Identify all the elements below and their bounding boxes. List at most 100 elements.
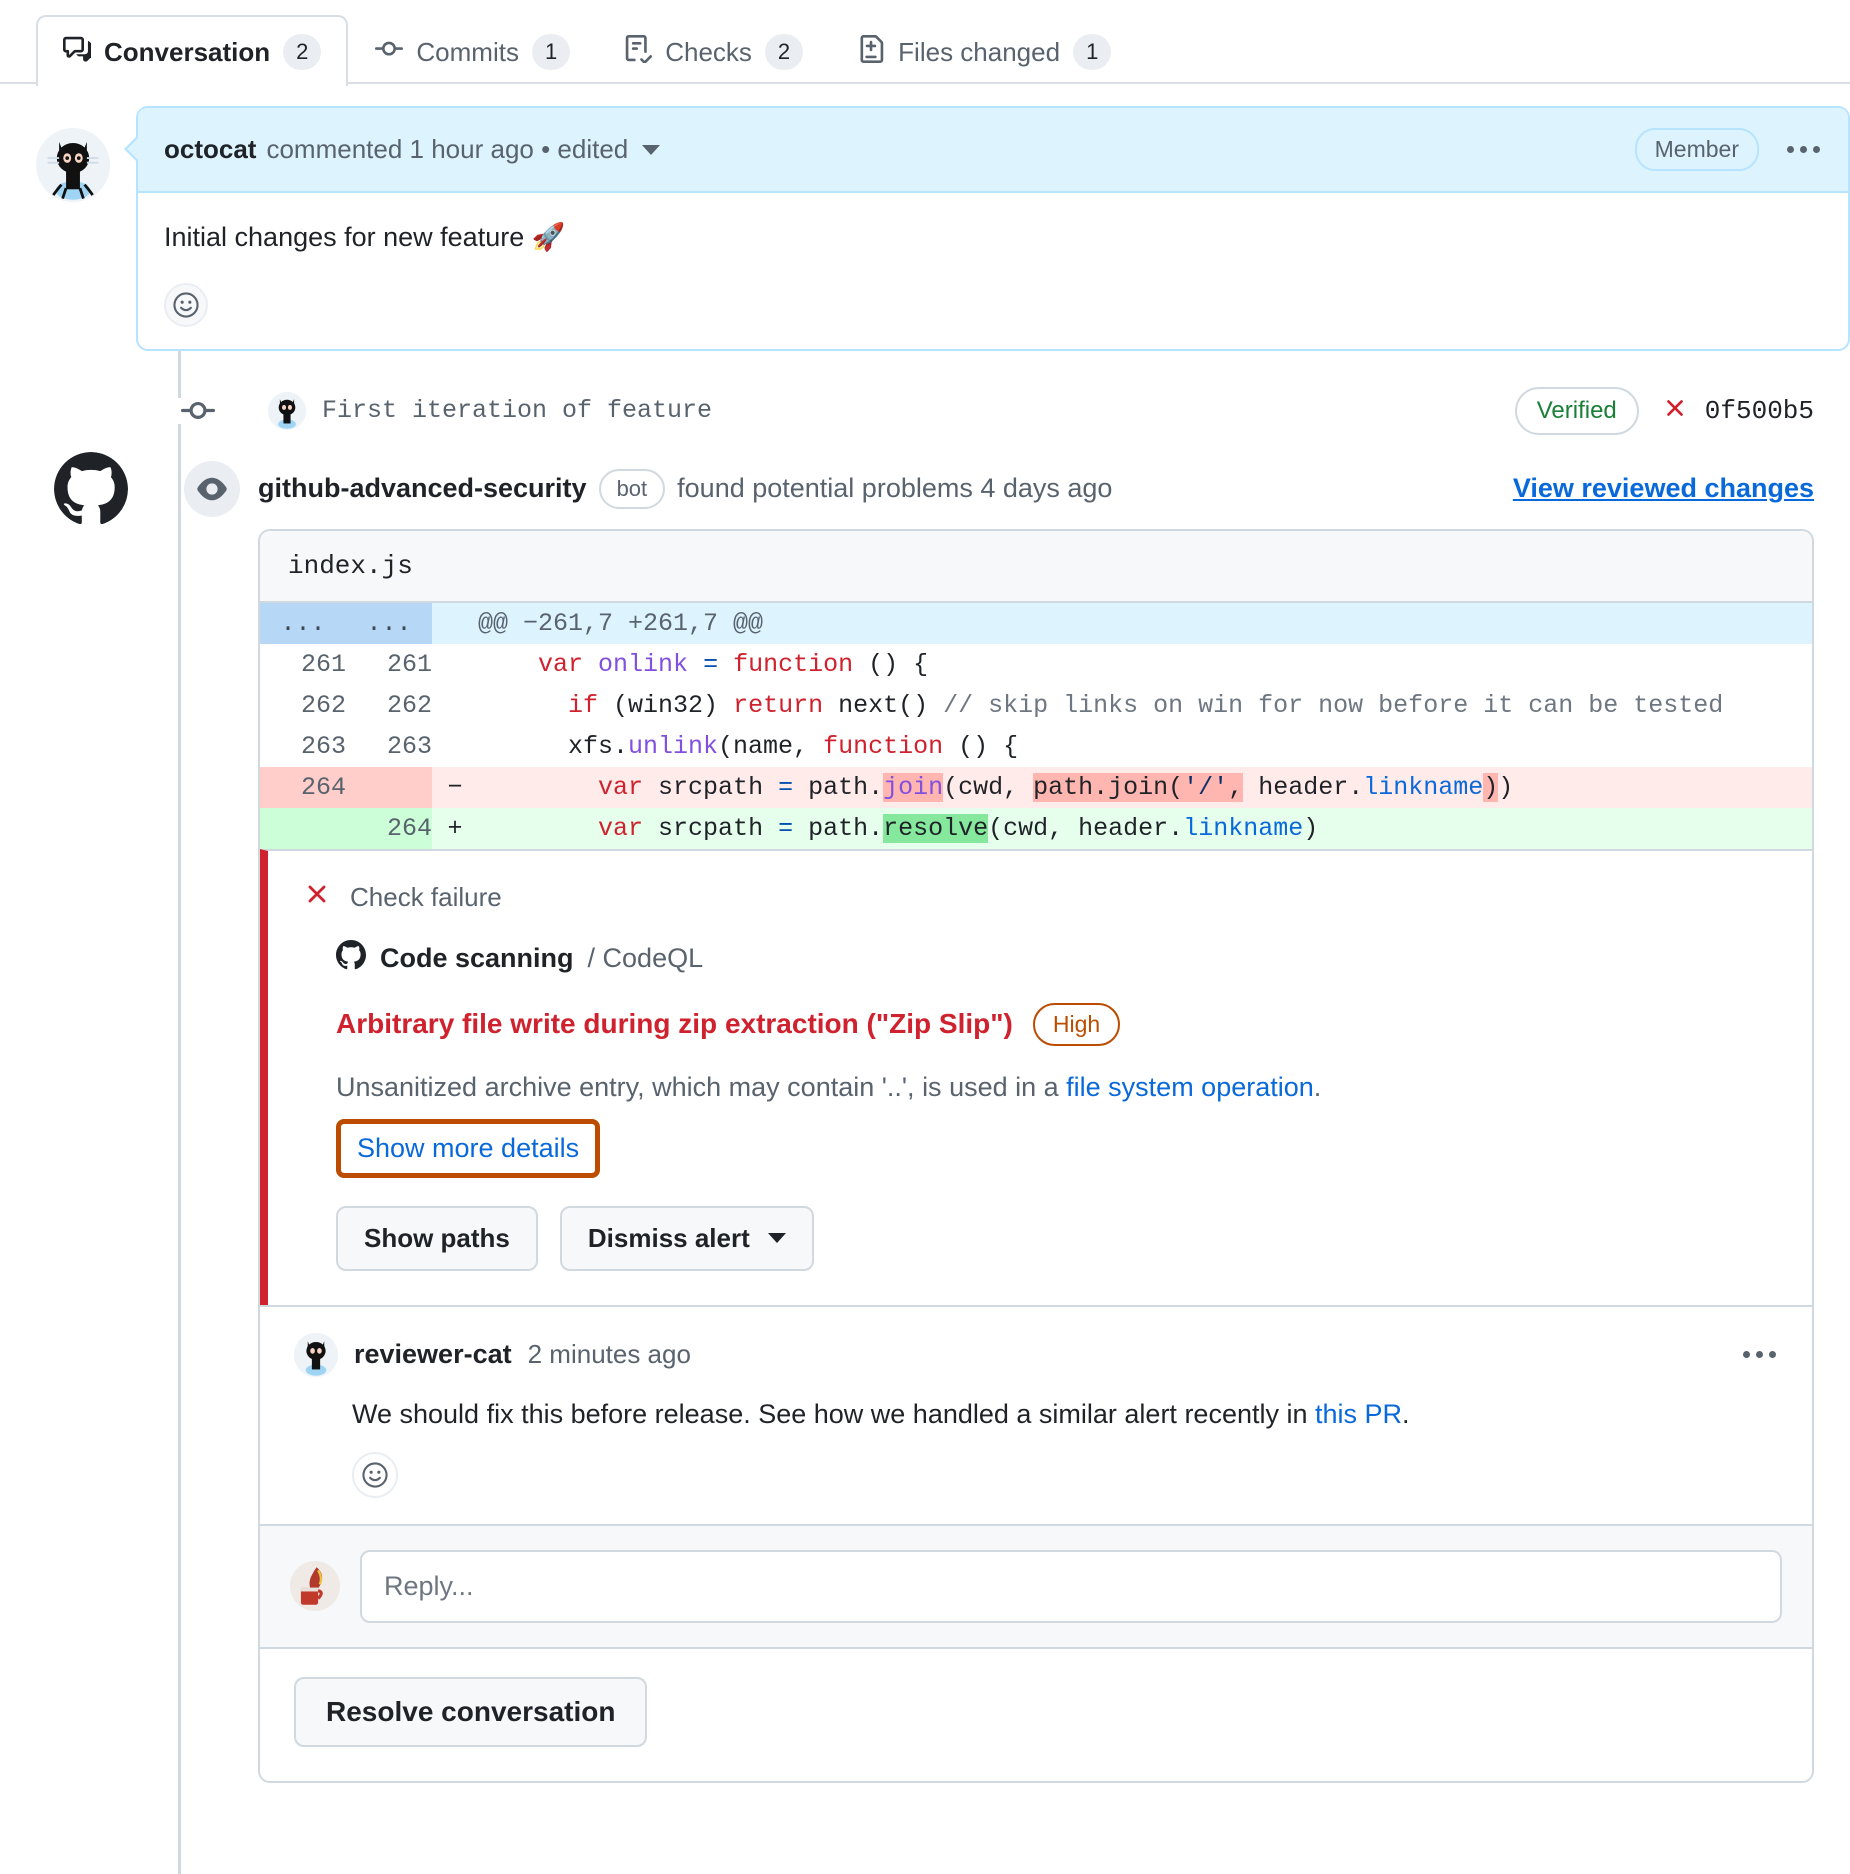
- view-reviewed-changes-link[interactable]: View reviewed changes: [1513, 473, 1814, 504]
- hunk-header: @@ −261,7 +261,7 @@: [478, 603, 1812, 644]
- diff-table: ... ... @@ −261,7 +261,7 @@ 261 261 var …: [260, 603, 1812, 849]
- tab-checks-label: Checks: [665, 37, 752, 68]
- avatar[interactable]: [268, 392, 306, 430]
- alert-title: Arbitrary file write during zip extracti…: [336, 1008, 1013, 1040]
- alert-title-row: Arbitrary file write during zip extracti…: [336, 1003, 1778, 1046]
- diff-code: var onlink = function () {: [478, 644, 1812, 685]
- diff-marker: −: [432, 767, 478, 808]
- table-row: ... ... @@ −261,7 +261,7 @@: [260, 603, 1812, 644]
- tab-conversation-label: Conversation: [104, 37, 270, 68]
- diff-line-right: 263: [346, 726, 432, 767]
- diff-code: var srcpath = path.join(cwd, path.join('…: [478, 767, 1812, 808]
- file-diff-icon: [857, 35, 885, 70]
- table-row: 261 261 var onlink = function () {: [260, 644, 1812, 685]
- this-pr-link[interactable]: this PR: [1315, 1399, 1402, 1429]
- avatar[interactable]: [294, 1333, 338, 1377]
- commit-timeline-item: First iteration of feature Verified 0f50…: [36, 351, 1850, 469]
- tab-commits[interactable]: Commits 1: [348, 15, 597, 86]
- alert-check-tool: / CodeQL: [588, 943, 704, 974]
- diff-filename[interactable]: index.js: [260, 531, 1812, 603]
- comment-arrow-inner: [127, 135, 141, 163]
- dismiss-alert-button[interactable]: Dismiss alert: [560, 1206, 814, 1271]
- x-icon: [1661, 394, 1689, 427]
- comment-meta: commented 1 hour ago • edited: [266, 134, 628, 165]
- dismiss-alert-label: Dismiss alert: [588, 1223, 750, 1254]
- alert-status-row: Check failure: [302, 879, 1778, 916]
- diff-code: var srcpath = path.resolve(cwd, header.l…: [478, 808, 1812, 849]
- chevron-down-icon[interactable]: [642, 145, 660, 155]
- code-scanning-alert: Check failure Code scanning / CodeQL Arb…: [260, 849, 1812, 1305]
- diff-card: index.js ... ... @@ −261,7 +261,7 @@ 261…: [258, 529, 1814, 1783]
- alert-description-text: Unsanitized archive entry, which may con…: [336, 1072, 1066, 1102]
- diff-marker: [432, 726, 478, 767]
- current-user-avatar[interactable]: [290, 1561, 340, 1611]
- comment-discussion-icon: [63, 35, 91, 70]
- hunk-left-ellipsis: ...: [260, 603, 346, 644]
- tab-commits-count: 1: [532, 34, 570, 70]
- show-paths-button[interactable]: Show paths: [336, 1206, 538, 1271]
- diff-line-left: [260, 808, 346, 849]
- tab-checks-count: 2: [765, 34, 803, 70]
- show-more-details-focus-ring: Show more details: [336, 1119, 600, 1178]
- comment-thread-root: octocat commented 1 hour ago • edited Me…: [36, 84, 1850, 351]
- review-comment-text: We should fix this before release. See h…: [352, 1399, 1778, 1430]
- kebab-horizontal-icon[interactable]: [1741, 1345, 1778, 1364]
- pr-tab-nav: Conversation 2 Commits 1 Checks 2 Files …: [0, 0, 1850, 84]
- tab-commits-label: Commits: [416, 37, 519, 68]
- avatar[interactable]: [36, 128, 110, 202]
- diff-line-right: 262: [346, 685, 432, 726]
- alert-description: Unsanitized archive entry, which may con…: [336, 1072, 1778, 1103]
- review-summary: github-advanced-security bot found poten…: [258, 469, 1112, 509]
- reply-input[interactable]: [360, 1550, 1782, 1623]
- commit-message[interactable]: First iteration of feature: [322, 396, 712, 425]
- tab-conversation-count: 2: [283, 34, 321, 70]
- smiley-icon[interactable]: [352, 1452, 398, 1498]
- chevron-down-icon: [768, 1233, 786, 1243]
- tab-files-changed-label: Files changed: [898, 37, 1060, 68]
- kebab-horizontal-icon[interactable]: [1785, 140, 1822, 159]
- review-action-text: found potential problems 4 days ago: [677, 473, 1112, 504]
- git-commit-icon: [375, 35, 403, 70]
- diff-line-right: 261: [346, 644, 432, 685]
- comment-header: octocat commented 1 hour ago • edited Me…: [138, 108, 1848, 193]
- mark-github-icon: [336, 940, 366, 977]
- diff-marker: +: [432, 808, 478, 849]
- review-comment-author[interactable]: reviewer-cat: [354, 1339, 512, 1370]
- show-more-details-link[interactable]: Show more details: [357, 1133, 579, 1163]
- table-row: 264 − var srcpath = path.join(cwd, path.…: [260, 767, 1812, 808]
- review-comment-time: 2 minutes ago: [528, 1339, 691, 1370]
- alert-actions: Show paths Dismiss alert: [336, 1206, 1778, 1271]
- avatar[interactable]: [54, 452, 128, 526]
- tab-files-changed[interactable]: Files changed 1: [830, 15, 1138, 86]
- review-comment-text-before: We should fix this before release. See h…: [352, 1399, 1315, 1429]
- comment-card: octocat commented 1 hour ago • edited Me…: [136, 106, 1850, 351]
- commit-sha[interactable]: 0f500b5: [1705, 396, 1814, 426]
- alert-check-name: Code scanning: [380, 943, 574, 974]
- comment-author[interactable]: octocat: [164, 134, 256, 165]
- review-author[interactable]: github-advanced-security: [258, 473, 587, 504]
- alert-status-label: Check failure: [350, 882, 502, 913]
- diff-marker: [432, 644, 478, 685]
- diff-line-right: 264: [346, 808, 432, 849]
- review-timeline-item: github-advanced-security bot found poten…: [36, 469, 1850, 529]
- diff-line-left: 262: [260, 685, 346, 726]
- review-comment: reviewer-cat 2 minutes ago We should fix…: [260, 1305, 1812, 1524]
- diff-code: xfs.unlink(name, function () {: [478, 726, 1812, 767]
- smiley-icon[interactable]: [164, 283, 208, 327]
- bot-badge: bot: [599, 469, 666, 509]
- diff-code: if (win32) return next() // skip links o…: [478, 685, 1812, 726]
- comment-text: Initial changes for new feature 🚀: [164, 219, 1822, 257]
- resolve-conversation-button[interactable]: Resolve conversation: [294, 1677, 647, 1747]
- table-row: 263 263 xfs.unlink(name, function () {: [260, 726, 1812, 767]
- diff-marker: [432, 685, 478, 726]
- tab-checks[interactable]: Checks 2: [597, 15, 830, 86]
- diff-line-left: 263: [260, 726, 346, 767]
- eye-icon: [184, 461, 240, 517]
- alert-description-suffix: .: [1314, 1072, 1322, 1102]
- review-comment-header: reviewer-cat 2 minutes ago: [294, 1333, 1778, 1377]
- diff-line-right: [346, 767, 432, 808]
- verified-badge[interactable]: Verified: [1515, 387, 1639, 435]
- tab-conversation[interactable]: Conversation 2: [36, 15, 348, 86]
- diff-line-left: 264: [260, 767, 346, 808]
- file-system-operation-link[interactable]: file system operation: [1066, 1072, 1314, 1102]
